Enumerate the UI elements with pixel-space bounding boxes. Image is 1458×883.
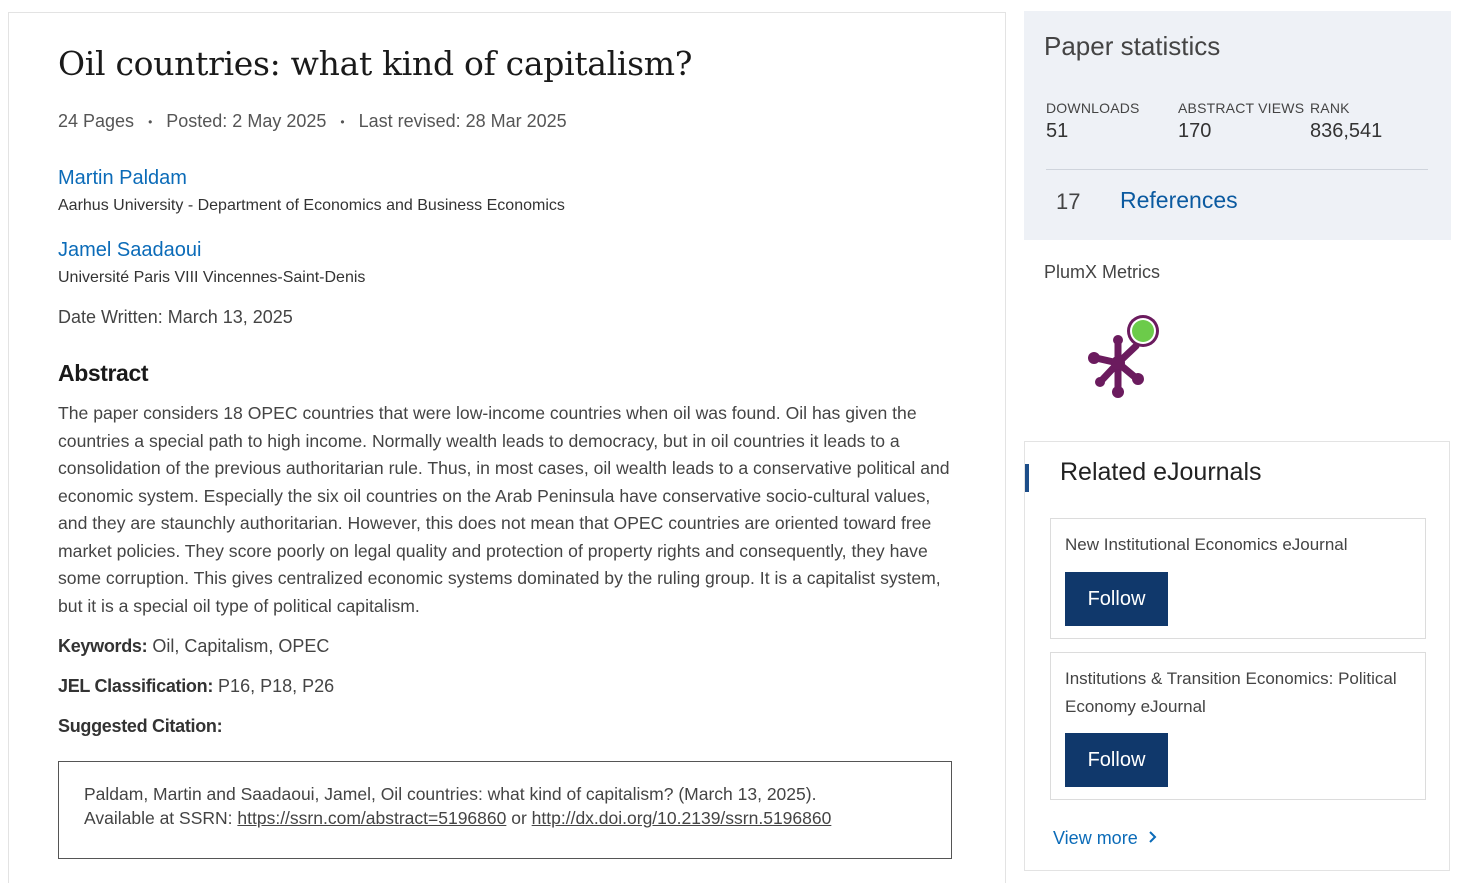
paper-statistics-panel: Paper statistics DOWNLOADS 51 ABSTRACT V… — [1024, 11, 1451, 240]
date-written-value: March 13, 2025 — [167, 307, 293, 327]
journal-name: New Institutional Economics eJournal — [1065, 535, 1348, 554]
follow-button[interactable]: Follow — [1065, 572, 1168, 626]
revised-date: Last revised: 28 Mar 2025 — [358, 111, 567, 131]
plumx-logo-icon[interactable] — [1080, 310, 1170, 410]
jel-classification: JEL Classification: P16, P18, P26 — [58, 676, 334, 697]
jel-value: P16, P18, P26 — [218, 676, 335, 696]
follow-button[interactable]: Follow — [1065, 733, 1168, 787]
keywords: Keywords: Oil, Capitalism, OPEC — [58, 636, 329, 657]
keywords-value: Oil, Capitalism, OPEC — [152, 636, 330, 656]
plumx-label: PlumX Metrics — [1044, 262, 1161, 282]
stats-divider — [1046, 169, 1428, 170]
journal-name: Institutions & Transition Economics: Pol… — [1065, 669, 1397, 716]
date-written: Date Written: March 13, 2025 — [58, 307, 293, 328]
author-affiliation: Université Paris VIII Vincennes-Saint-De… — [58, 269, 366, 286]
author-link[interactable]: Jamel Saadaoui — [58, 239, 201, 262]
citation-label: Suggested Citation: — [58, 716, 223, 736]
related-title: Related eJournals — [1060, 458, 1262, 486]
separator-dot: • — [148, 114, 153, 129]
citation-availability: Available at SSRN: https://ssrn.com/abst… — [84, 806, 926, 830]
posted-date: Posted: 2 May 2025 — [166, 111, 327, 131]
citation-text: Paldam, Martin and Saadaoui, Jamel, Oil … — [84, 784, 817, 804]
paper-title: Oil countries: what kind of capitalism? — [58, 44, 693, 83]
abstract-views-stat: ABSTRACT VIEWS 170 — [1178, 100, 1304, 143]
related-ejournals-panel: Related eJournals New Institutional Econ… — [1024, 441, 1450, 871]
downloads-label: DOWNLOADS — [1046, 100, 1140, 116]
jel-label: JEL Classification: — [58, 676, 214, 696]
view-more-label: View more — [1053, 828, 1138, 848]
ssrn-abstract-link[interactable]: https://ssrn.com/abstract=5196860 — [237, 808, 506, 828]
suggested-citation: Suggested Citation: — [58, 716, 223, 737]
references-link[interactable]: References — [1120, 187, 1238, 214]
abstract-text: The paper considers 18 OPEC countries th… — [58, 403, 950, 616]
section-accent-bar — [1025, 464, 1029, 492]
chevron-right-icon — [1148, 828, 1157, 849]
downloads-value: 51 — [1046, 120, 1069, 142]
rank-label: RANK — [1310, 100, 1350, 116]
stats-title: Paper statistics — [1044, 31, 1221, 61]
downloads-stat: DOWNLOADS 51 — [1046, 100, 1140, 143]
view-more-link[interactable]: View more — [1053, 828, 1157, 849]
paper-meta: 24 Pages • Posted: 2 May 2025 • Last rev… — [58, 111, 567, 132]
journal-card: New Institutional Economics eJournal Fol… — [1050, 518, 1426, 639]
author-link[interactable]: Martin Paldam — [58, 167, 187, 190]
journal-card: Institutions & Transition Economics: Pol… — [1050, 652, 1426, 800]
author-affiliation: Aarhus University - Department of Econom… — [58, 197, 565, 214]
citation-available-label: Available at SSRN: — [84, 808, 233, 828]
separator-dot: • — [340, 114, 345, 129]
abstract-views-label: ABSTRACT VIEWS — [1178, 100, 1305, 116]
abstract-views-value: 170 — [1178, 120, 1212, 142]
page-count: 24 Pages — [58, 111, 135, 131]
keywords-label: Keywords: — [58, 636, 148, 656]
rank-stat: RANK 836,541 — [1310, 100, 1382, 143]
doi-link[interactable]: http://dx.doi.org/10.2139/ssrn.5196860 — [532, 808, 832, 828]
citation-box: Paldam, Martin and Saadaoui, Jamel, Oil … — [58, 761, 952, 859]
references-count: 17 — [1056, 189, 1081, 214]
abstract-heading: Abstract — [58, 360, 149, 386]
citation-or: or — [511, 808, 527, 828]
rank-value: 836,541 — [1310, 120, 1383, 142]
date-written-label: Date Written: — [58, 307, 163, 327]
